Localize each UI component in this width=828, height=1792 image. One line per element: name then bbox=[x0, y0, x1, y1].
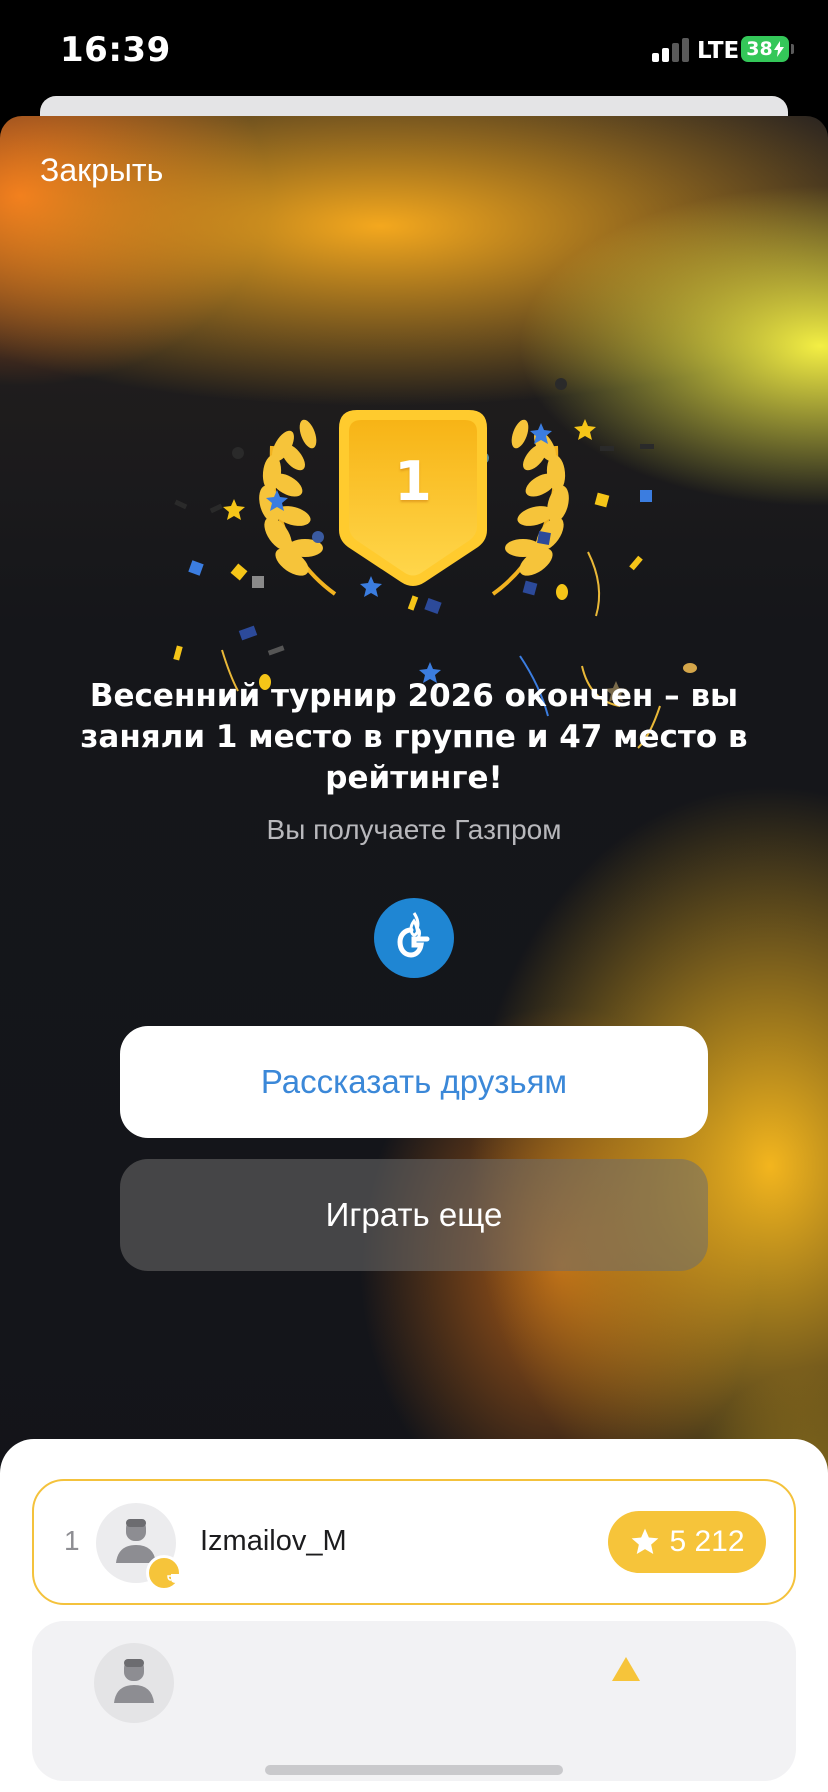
avatar bbox=[94, 1643, 174, 1723]
leaderboard-row-partial[interactable] bbox=[32, 1621, 796, 1781]
home-indicator bbox=[265, 1765, 563, 1775]
leaderboard-score: 5 212 bbox=[669, 1525, 745, 1558]
battery-tip bbox=[791, 44, 794, 54]
signal-strength-icon bbox=[652, 36, 692, 62]
medal-place-number: 1 bbox=[394, 450, 432, 513]
battery-icon: 38 bbox=[741, 36, 789, 62]
right-laurel-icon bbox=[491, 419, 569, 596]
up-arrow-badge-icon bbox=[612, 1657, 640, 1681]
trophy-icon bbox=[146, 1555, 185, 1591]
leaderboard-username: Izmailov_M bbox=[200, 1525, 347, 1557]
first-place-medal: 1 bbox=[337, 408, 489, 588]
network-label: LTE bbox=[697, 38, 740, 64]
leaderboard-panel: 1 Izmailov_M 5 212 bbox=[0, 1439, 828, 1792]
leaderboard-row[interactable]: 1 Izmailov_M 5 212 bbox=[32, 1479, 796, 1605]
left-laurel-icon bbox=[259, 419, 337, 596]
leaderboard-rank: 1 bbox=[64, 1525, 80, 1556]
result-headline: Весенний турнир 2026 окончен – вы заняли… bbox=[80, 678, 748, 796]
reward-text: Вы получаете Газпром bbox=[266, 814, 562, 845]
status-time: 16:39 bbox=[60, 30, 171, 70]
leaderboard-score-badge: 5 212 bbox=[608, 1511, 766, 1573]
gazprom-logo-icon bbox=[374, 898, 454, 978]
battery-level: 38 bbox=[746, 38, 773, 60]
charging-bolt-icon bbox=[773, 41, 784, 57]
user-avatar-icon bbox=[116, 1519, 156, 1563]
avatar bbox=[96, 1503, 185, 1591]
screen: 16:39 LTE 38 Закрыть 1 Весенний турнир 2… bbox=[0, 0, 828, 1792]
user-avatar-icon bbox=[114, 1659, 154, 1703]
share-with-friends-button[interactable]: Рассказать друзьям bbox=[120, 1026, 708, 1138]
star-icon bbox=[632, 1528, 659, 1554]
play-again-button[interactable]: Играть еще bbox=[120, 1159, 708, 1271]
status-bar: 16:39 LTE 38 bbox=[0, 0, 828, 100]
